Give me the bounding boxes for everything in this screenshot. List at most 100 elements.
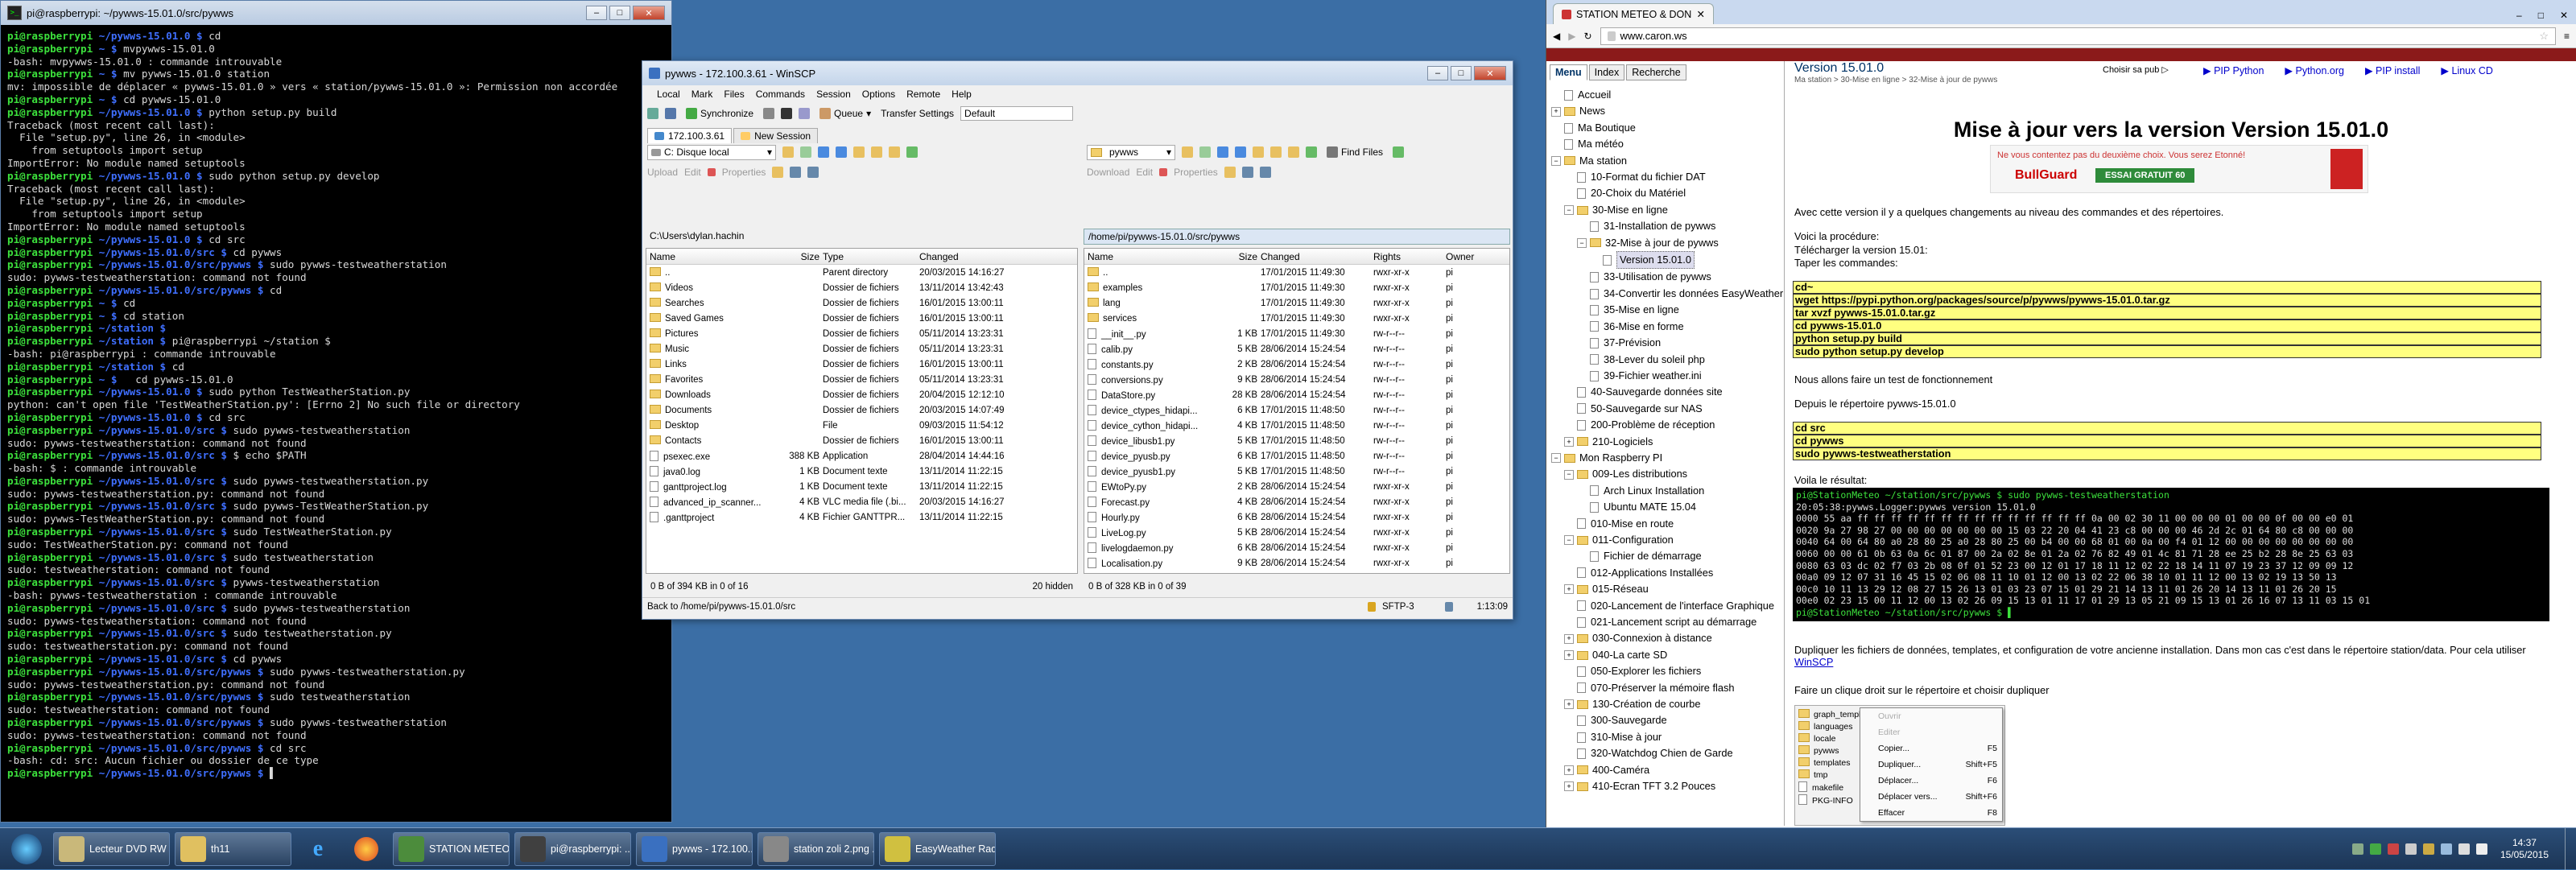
filter-icon[interactable] <box>1199 146 1211 158</box>
file-row[interactable]: livelogdaemon.py 6 KB 28/06/2014 15:24:54 r… <box>1084 540 1509 555</box>
taskbar-button[interactable]: th11 <box>175 831 291 866</box>
sidebar-tab-recherche[interactable]: Recherche <box>1626 64 1686 80</box>
minimize-icon[interactable]: – <box>2508 6 2530 24</box>
close-icon[interactable]: ✕ <box>633 6 665 20</box>
new-folder-icon[interactable] <box>1224 167 1236 178</box>
bookmark-star-icon[interactable]: ☆ <box>2539 30 2549 43</box>
nav-tree-item[interactable]: 070-Préserver la mémoire flash <box>1546 680 1784 696</box>
nav-tree-item[interactable]: 38-Lever du soleil php <box>1546 352 1784 368</box>
left-drive-select[interactable]: C: Disque local ▾ <box>647 144 776 160</box>
expand-icon[interactable]: + <box>1564 781 1574 792</box>
firefox-pinned[interactable] <box>345 832 388 866</box>
file-row[interactable]: LiveLog.py 5 KB 28/06/2014 15:24:54 rwxr-xr… <box>1084 525 1509 540</box>
taskbar-button[interactable]: station zoli 2.png ... <box>758 831 874 866</box>
nav-tree-item[interactable]: Version 15.01.0 <box>1546 251 1784 270</box>
nav-tree-item[interactable]: 20-Choix du Matériel <box>1546 185 1784 201</box>
expand-icon[interactable]: + <box>1564 633 1574 644</box>
expand-icon[interactable]: + <box>1564 436 1574 447</box>
queue-button[interactable]: Queue ▾ <box>816 108 874 119</box>
nav-tree-item[interactable]: 35-Mise en ligne <box>1546 302 1784 318</box>
winscp-window[interactable]: pywws - 172.100.3.61 - WinSCP – □ ✕ Loca… <box>642 60 1513 620</box>
menu-item-options[interactable]: Options <box>862 89 895 100</box>
home-icon[interactable] <box>1288 146 1299 158</box>
nav-tree-item[interactable]: 010-Mise en route <box>1546 516 1784 532</box>
file-row[interactable]: Pictures Dossier de fichiers 05/11/2014 13… <box>646 326 1077 341</box>
file-row[interactable]: services 17/01/2015 11:49:30 rwxr-xr-x pi <box>1084 311 1509 326</box>
minimize-icon[interactable]: – <box>586 6 607 20</box>
minimize-icon[interactable]: – <box>1427 66 1448 80</box>
file-row[interactable]: .. 17/01/2015 11:49:30 rwxr-xr-x pi <box>1084 265 1509 280</box>
select-all-icon[interactable] <box>1241 167 1253 178</box>
file-row[interactable]: lang 17/01/2015 11:49:30 rwxr-xr-x pi <box>1084 295 1509 311</box>
clock[interactable]: 14:37 15/05/2015 <box>2500 837 2549 861</box>
winscp-titlebar[interactable]: pywws - 172.100.3.61 - WinSCP – □ ✕ <box>642 61 1513 85</box>
file-row[interactable]: EWtoPy.py 2 KB 28/06/2014 15:24:54 rwxr-xr-… <box>1084 479 1509 494</box>
nav-tree-item[interactable]: 50-Sauvegarde sur NAS <box>1546 401 1784 417</box>
expand-icon[interactable]: + <box>1564 650 1574 661</box>
refresh-icon[interactable] <box>906 146 918 158</box>
tray-icon[interactable] <box>2405 843 2417 855</box>
nav-tree-item[interactable]: − 009-Les distributions <box>1546 466 1784 482</box>
new-folder-icon[interactable] <box>772 167 784 178</box>
menu-item-remote[interactable]: Remote <box>906 89 940 100</box>
nav-tree-item[interactable]: 310-Mise à jour <box>1546 729 1784 745</box>
flag-icon[interactable] <box>2475 843 2487 855</box>
file-row[interactable]: Videos Dossier de fichiers 13/11/2014 13:4… <box>646 280 1077 295</box>
file-row[interactable]: Music Dossier de fichiers 05/11/2014 13:23… <box>646 341 1077 357</box>
nav-tree-item[interactable]: 34-Convertir les données EasyWeather <box>1546 286 1784 302</box>
tray-icon[interactable] <box>2351 843 2363 855</box>
nav-tree-item[interactable]: − Ma station <box>1546 153 1784 169</box>
properties-button[interactable]: Properties <box>1174 167 1218 178</box>
refresh-icon[interactable] <box>1306 146 1317 158</box>
nav-tree-item[interactable]: 40-Sauvegarde données site <box>1546 384 1784 400</box>
file-row[interactable]: Localisation.py 9 KB 28/06/2014 15:24:54 rw… <box>1084 555 1509 571</box>
nav-tree-item[interactable]: +210-Logiciels <box>1546 434 1784 450</box>
file-row[interactable]: .. Parent directory 20/03/2015 14:16:27 <box>646 265 1077 280</box>
right-file-panel[interactable]: Name Size Changed Rights Owner.. 17/01/2015 1… <box>1084 248 1510 574</box>
parent-dir-icon[interactable] <box>1253 146 1264 158</box>
nav-tree-item[interactable]: Ubuntu MATE 15.04 <box>1546 499 1784 515</box>
file-row[interactable]: Saved Games Dossier de fichiers 16/01/2015… <box>646 311 1077 326</box>
nav-tree-item[interactable]: +015-Réseau <box>1546 581 1784 597</box>
tray-icon[interactable] <box>2422 843 2434 855</box>
nav-tree-item[interactable]: + News <box>1546 103 1784 119</box>
back-icon[interactable] <box>1217 146 1228 158</box>
menu-item-local[interactable]: Local <box>657 89 680 100</box>
terminal-icon[interactable] <box>781 108 793 119</box>
nav-tree-item[interactable]: − 30-Mise en ligne <box>1546 202 1784 218</box>
top-link[interactable]: ▶ Linux CD <box>2441 64 2493 76</box>
collapse-icon[interactable]: − <box>1551 453 1561 464</box>
ad-banner[interactable]: Ne vous contentez pas du deuxième choix.… <box>1990 145 2368 193</box>
nav-tree-item[interactable]: +130-Création de courbe <box>1546 696 1784 712</box>
column-header[interactable]: Type <box>819 251 916 262</box>
session-tab[interactable]: 172.100.3.61 <box>647 128 733 143</box>
sync-browse-icon[interactable] <box>1393 146 1405 158</box>
close-tab-icon[interactable]: ✕ <box>1697 8 1705 20</box>
nav-tree-item[interactable]: − 011-Configuration <box>1546 532 1784 548</box>
find-files-button[interactable]: Find Files <box>1323 146 1386 158</box>
file-row[interactable]: Hourly.py 6 KB 28/06/2014 15:24:54 rwxr-xr-… <box>1084 509 1509 525</box>
nav-tree-item[interactable]: Accueil <box>1546 87 1784 103</box>
file-row[interactable]: Favorites Dossier de fichiers 05/11/2014 1… <box>646 372 1077 387</box>
tray-icon[interactable] <box>2369 843 2381 855</box>
close-icon[interactable]: ✕ <box>2552 6 2576 24</box>
file-row[interactable]: Forecast.py 4 KB 28/06/2014 15:24:54 rwxr-x… <box>1084 494 1509 509</box>
file-row[interactable]: ganttproject.log 1 KB Document texte 13/11/… <box>646 479 1077 494</box>
file-row[interactable]: Downloads Dossier de fichiers 20/04/2015 1… <box>646 387 1077 402</box>
column-header[interactable]: Owner <box>1443 251 1491 262</box>
terminal-window[interactable]: >_ pi@raspberrypi: ~/pywws-15.01.0/src/p… <box>0 0 672 823</box>
volume-icon[interactable] <box>2458 843 2470 855</box>
forward-icon[interactable] <box>1235 146 1246 158</box>
collapse-icon[interactable]: − <box>1564 535 1574 546</box>
nav-tree-item[interactable]: 36-Mise en forme <box>1546 319 1784 335</box>
nav-tree-item[interactable]: 021-Lancement script au démarrage <box>1546 614 1784 630</box>
file-row[interactable]: device_ctypes_hidapi... 6 KB 17/01/2015 11… <box>1084 402 1509 418</box>
upload-button[interactable]: Upload <box>647 167 678 178</box>
start-button[interactable] <box>5 832 48 866</box>
menu-item-mark[interactable]: Mark <box>691 89 713 100</box>
maximize-icon[interactable]: □ <box>609 6 630 20</box>
nav-tree-item[interactable]: 33-Utilisation de pywws <box>1546 269 1784 285</box>
properties-button[interactable]: Properties <box>722 167 766 178</box>
winscp-link[interactable]: WinSCP <box>1794 656 1833 668</box>
file-row[interactable]: device_libusb1.py 5 KB 17/01/2015 11:48:50… <box>1084 433 1509 448</box>
